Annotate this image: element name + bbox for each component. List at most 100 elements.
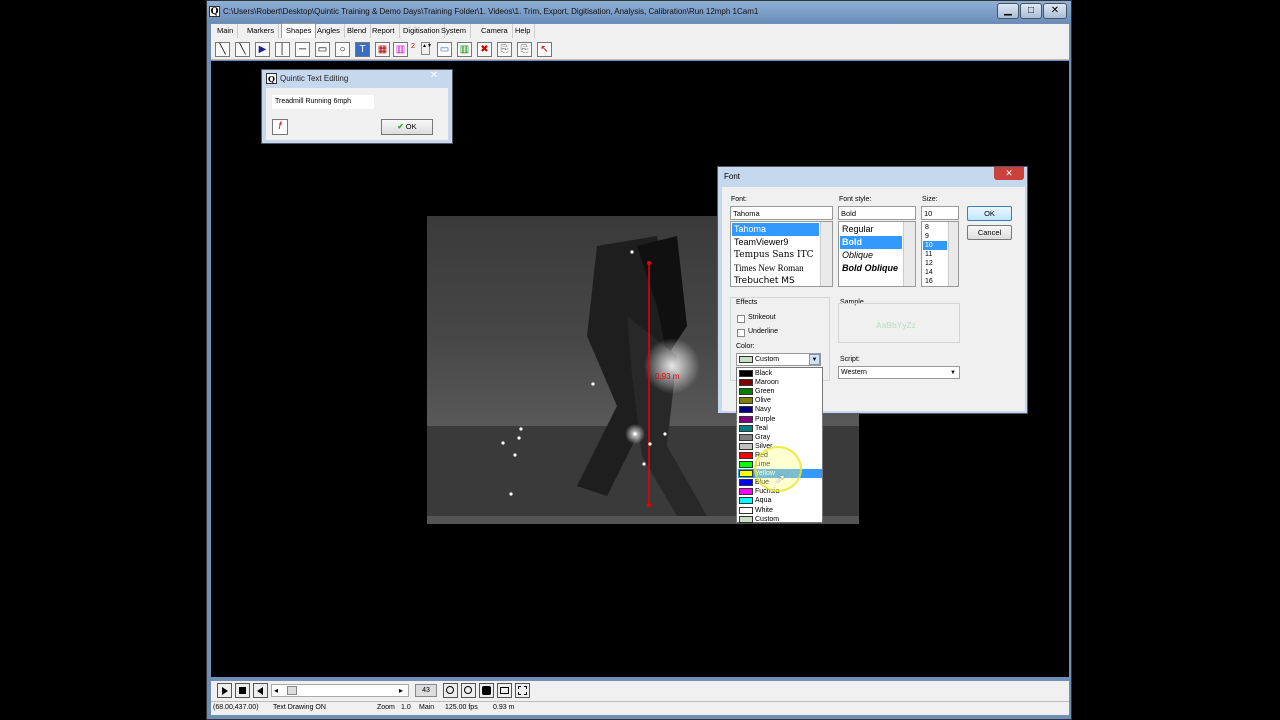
- font-cancel-button[interactable]: Cancel: [967, 225, 1012, 240]
- stop-button[interactable]: [235, 683, 250, 698]
- size-list-item[interactable]: 9: [923, 232, 947, 241]
- line-tool-icon[interactable]: ╲: [215, 42, 230, 57]
- script-select[interactable]: Western ▼: [838, 366, 960, 379]
- strikeout-checkbox[interactable]: [737, 315, 745, 323]
- color-option-custom[interactable]: Custom: [738, 515, 822, 524]
- vertical-line-tool-icon[interactable]: │: [275, 42, 290, 57]
- ok-button[interactable]: ✔ OK: [381, 119, 433, 135]
- style-list-item[interactable]: Bold: [840, 236, 902, 249]
- pointer-tool-icon[interactable]: ↖: [537, 42, 552, 57]
- close-button[interactable]: ✕: [1043, 3, 1067, 19]
- frame-slider[interactable]: ◂ ▸: [271, 684, 409, 697]
- menu-tab-camera[interactable]: Camera: [477, 24, 513, 38]
- size-list-item[interactable]: 12: [923, 259, 947, 268]
- font-picker-button[interactable]: 𝑓: [272, 119, 288, 135]
- zoom-in-icon[interactable]: [443, 683, 458, 698]
- fit-screen-icon[interactable]: [515, 683, 530, 698]
- paste-tool-icon[interactable]: ⎘: [497, 42, 512, 57]
- palette-tool-icon[interactable]: ▥: [457, 42, 472, 57]
- color-option-olive[interactable]: Olive: [738, 396, 822, 405]
- style-list-item[interactable]: Bold Oblique: [840, 262, 902, 275]
- fill-tool-icon[interactable]: ▭: [437, 42, 452, 57]
- color-option-label: Custom: [755, 515, 780, 523]
- style-list-scrollbar[interactable]: [903, 222, 915, 286]
- font-list-item[interactable]: Tempus Sans ITC: [732, 249, 819, 262]
- slider-right-arrow[interactable]: ▸: [399, 686, 403, 695]
- font-dialog-close-button[interactable]: ✕: [994, 167, 1024, 180]
- color-option-aqua[interactable]: Aqua: [738, 496, 822, 505]
- style-list-item[interactable]: Regular: [840, 223, 902, 236]
- color-palette-tool-icon[interactable]: ▥: [393, 42, 408, 57]
- chevron-down-icon[interactable]: ▼: [809, 354, 820, 365]
- grid-tool-icon[interactable]: ▦: [375, 42, 390, 57]
- dialog-close-button[interactable]: ✕: [420, 70, 448, 82]
- slider-thumb[interactable]: [287, 686, 297, 695]
- font-name-field[interactable]: Tahoma: [730, 206, 833, 220]
- maximize-button[interactable]: □: [1020, 3, 1042, 19]
- color-option-purple[interactable]: Purple: [738, 415, 822, 424]
- menu-tab-report[interactable]: Report: [368, 24, 400, 38]
- circle-tool-icon[interactable]: ○: [335, 42, 350, 57]
- font-list-item[interactable]: Trebuchet MS: [732, 275, 819, 288]
- measurement-label: 0.93 m: [655, 372, 680, 381]
- size-list-item[interactable]: 8: [923, 223, 947, 232]
- diagonal-line-tool-icon[interactable]: ╲: [235, 42, 250, 57]
- color-swatch: [739, 433, 753, 441]
- delete-tool-icon[interactable]: ✖: [477, 42, 492, 57]
- color-option-gray[interactable]: Gray: [738, 433, 822, 442]
- text-input[interactable]: [272, 95, 374, 109]
- zoom-out-icon[interactable]: [461, 683, 476, 698]
- size-list-item[interactable]: 10: [923, 241, 947, 250]
- stepper-arrows-icon[interactable]: ▲▼: [421, 42, 432, 55]
- underline-checkbox[interactable]: [737, 329, 745, 337]
- menu-tab-help[interactable]: Help: [511, 24, 536, 38]
- size-label: Size:: [922, 196, 938, 203]
- menu-tab-system[interactable]: System: [437, 24, 472, 38]
- font-list-item[interactable]: TeamViewer9: [732, 236, 819, 249]
- color-option-navy[interactable]: Navy: [738, 405, 822, 414]
- copy-tool-icon[interactable]: ⎘: [517, 42, 532, 57]
- size-list-item[interactable]: 14: [923, 268, 947, 277]
- size-list-scrollbar[interactable]: [948, 222, 958, 286]
- title-bar[interactable]: Q C:\Users\Robert\Desktop\Quintic Traini…: [207, 1, 1071, 23]
- size-list-item[interactable]: 11: [923, 250, 947, 259]
- font-ok-button[interactable]: OK: [967, 206, 1012, 221]
- font-list-item[interactable]: Times New Roman: [732, 262, 819, 275]
- font-list-scrollbar[interactable]: [820, 222, 832, 286]
- color-select[interactable]: Custom ▼: [736, 353, 821, 366]
- script-chevron-down-icon[interactable]: ▼: [950, 367, 956, 379]
- menu-tab-angles[interactable]: Angles: [313, 24, 345, 38]
- size-list-item[interactable]: 16: [923, 277, 947, 286]
- font-list[interactable]: Tahoma TeamViewer9 Tempus Sans ITC Times Ne…: [730, 221, 833, 287]
- menu-tab-markers[interactable]: Markers: [243, 24, 280, 38]
- rectangle-tool-icon[interactable]: ▭: [315, 42, 330, 57]
- slider-left-arrow[interactable]: ◂: [274, 686, 278, 695]
- text-editing-dialog: Q Quintic Text Editing ✕ 𝑓 ✔ OK: [261, 69, 453, 144]
- menu-tab-main[interactable]: Main: [213, 24, 239, 38]
- menu-tab-shapes[interactable]: Shapes: [281, 23, 317, 38]
- color-option-label: Green: [755, 388, 775, 396]
- color-option-maroon[interactable]: Maroon: [738, 378, 822, 387]
- style-list-item[interactable]: Oblique: [840, 249, 902, 262]
- menu-tab-blend[interactable]: Blend: [343, 24, 372, 38]
- play-button[interactable]: [217, 683, 232, 698]
- size-list[interactable]: 8 9 10 11 12 14 16: [921, 221, 959, 287]
- color-option-black[interactable]: Black: [738, 369, 822, 378]
- size-field[interactable]: 10: [921, 206, 959, 220]
- color-option-white[interactable]: White: [738, 506, 822, 515]
- font-list-item[interactable]: Tahoma: [732, 223, 819, 236]
- font-style-list[interactable]: Regular Bold Oblique Bold Oblique: [838, 221, 916, 287]
- minimize-button[interactable]: ▁: [997, 3, 1019, 19]
- horizontal-line-tool-icon[interactable]: ─: [295, 42, 310, 57]
- color-option-teal[interactable]: Teal: [738, 424, 822, 433]
- font-dialog-title: Font: [724, 172, 741, 181]
- camera-icon[interactable]: [497, 683, 512, 698]
- reset-zoom-icon[interactable]: [479, 683, 494, 698]
- color-dropdown-list[interactable]: Black Maroon Green Olive Navy Purple Teal Gray S…: [736, 367, 823, 523]
- font-style-field[interactable]: Bold: [838, 206, 916, 220]
- color-option-green[interactable]: Green: [738, 387, 822, 396]
- arrow-tool-icon[interactable]: ▶: [255, 42, 270, 57]
- line-width-stepper-icon[interactable]: 2 ▲▼: [409, 42, 433, 57]
- step-back-button[interactable]: [253, 683, 268, 698]
- text-tool-icon[interactable]: T: [355, 42, 370, 57]
